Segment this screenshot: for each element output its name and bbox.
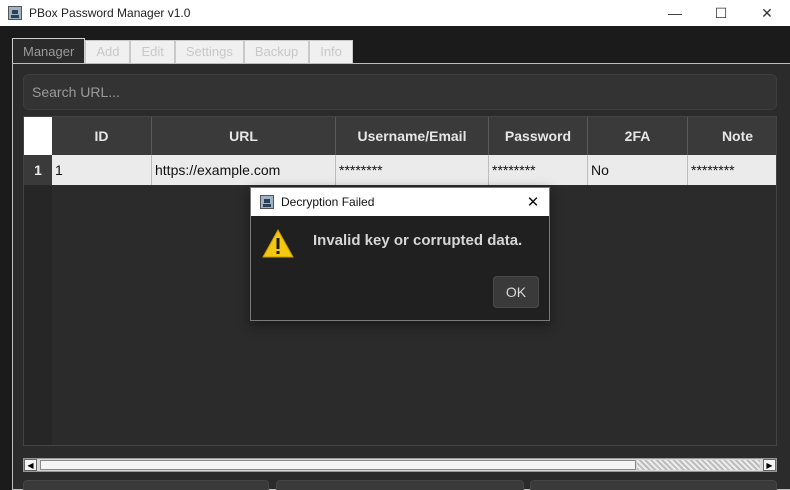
cell-2fa[interactable]: No	[588, 155, 688, 185]
column-header-password[interactable]: Password	[489, 117, 588, 155]
column-header-2fa[interactable]: 2FA	[588, 117, 688, 155]
column-header-note[interactable]: Note	[688, 117, 776, 155]
minimize-button[interactable]: —	[652, 0, 698, 26]
app-icon	[260, 195, 274, 209]
scrollbar-thumb[interactable]	[40, 460, 636, 470]
scroll-right-icon[interactable]: ▶	[763, 459, 776, 471]
scroll-left-icon[interactable]: ◀	[24, 459, 37, 471]
window-controls: — ☐ ✕	[652, 0, 790, 26]
cell-url[interactable]: https://example.com	[152, 155, 336, 185]
tab-backup[interactable]: Backup	[243, 40, 310, 64]
window-title: PBox Password Manager v1.0	[29, 6, 191, 20]
column-header-username[interactable]: Username/Email	[336, 117, 489, 155]
cell-password[interactable]: ********	[489, 155, 588, 185]
close-icon[interactable]: ✕	[523, 192, 543, 212]
unmask-button[interactable]: Unmask	[23, 480, 269, 490]
close-window-button[interactable]: ✕	[744, 0, 790, 26]
refresh-button[interactable]: Refresh	[530, 480, 777, 490]
table-corner[interactable]	[24, 117, 52, 155]
dialog-title: Decryption Failed	[281, 195, 375, 209]
scrollbar-track[interactable]	[637, 460, 760, 470]
cell-username[interactable]: ********	[336, 155, 489, 185]
search-input[interactable]	[23, 74, 777, 110]
column-header-url[interactable]: URL	[152, 117, 336, 155]
tab-edit[interactable]: Edit	[130, 40, 175, 64]
warning-icon	[262, 228, 294, 258]
title-bar: PBox Password Manager v1.0 — ☐ ✕	[0, 0, 790, 26]
tab-add[interactable]: Add	[85, 40, 131, 64]
column-header-id[interactable]: ID	[52, 117, 152, 155]
table-row[interactable]: 1 https://example.com ******** ******** …	[52, 155, 776, 185]
app-icon	[8, 6, 22, 20]
row-header-column	[24, 155, 52, 445]
dialog-message: Invalid key or corrupted data.	[313, 232, 523, 249]
dialog-title-bar: Decryption Failed ✕	[251, 188, 549, 216]
cell-note[interactable]: ********	[688, 155, 776, 185]
table-header: ID URL Username/Email Password 2FA Note	[52, 117, 776, 155]
tab-info[interactable]: Info	[309, 40, 353, 64]
cell-id[interactable]: 1	[52, 155, 152, 185]
tab-settings[interactable]: Settings	[174, 40, 244, 64]
decryption-failed-dialog: Decryption Failed ✕ Invalid key or corru…	[250, 187, 550, 321]
ok-button[interactable]: OK	[493, 276, 539, 308]
maximize-button[interactable]: ☐	[698, 0, 744, 26]
delete-button[interactable]: Delete	[276, 480, 524, 490]
row-header[interactable]: 1	[24, 155, 52, 185]
horizontal-scrollbar[interactable]: ◀ ▶	[23, 458, 777, 472]
tab-strip: Manager Add Edit Settings Backup Info	[12, 38, 353, 64]
tab-manager[interactable]: Manager	[12, 38, 86, 64]
